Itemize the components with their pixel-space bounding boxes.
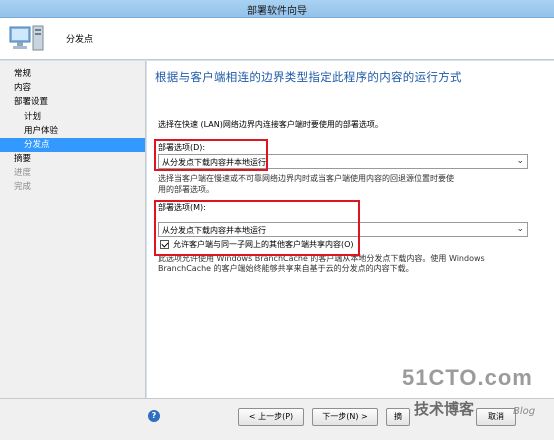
watermark-sub: 技术博客 [414, 400, 475, 418]
section-heading: 根据与客户端相连的边界类型指定此程序的内容的运行方式 [155, 70, 462, 84]
slow-network-help-text: 选择当客户端在慢速或不可靠网络边界内时或当客户端使用内容的回退源位置时要使用的部… [158, 174, 454, 194]
watermark-main: 51CTO.com [402, 365, 533, 390]
nav-item-completion: 完成 [14, 182, 32, 192]
highlight-box-option1 [154, 139, 268, 171]
nav-item-summary[interactable]: 摘要 [0, 152, 145, 166]
nav-item-general[interactable]: 常规 [0, 67, 145, 81]
help-icon[interactable]: ? [148, 410, 160, 422]
nav-item-scheduling[interactable]: 计划 [0, 110, 145, 124]
wizard-content: 根据与客户端相连的边界类型指定此程序的内容的运行方式 选择在快速 (LAN)网络… [147, 61, 554, 398]
window-title: 部署软件向导 [247, 6, 307, 17]
wizard-header: 分发点 [0, 18, 554, 60]
nav-item-user-experience[interactable]: 用户体验 [0, 124, 145, 138]
nav-item-distribution-points[interactable]: 分发点 [0, 138, 145, 152]
title-bar: 部署软件向导 [0, 0, 554, 18]
next-button[interactable]: 下一步(N) > [312, 408, 378, 426]
chevron-down-icon: ⌄ [516, 224, 524, 234]
lan-description: 选择在快速 (LAN)网络边界内连接客户端时要使用的部署选项。 [158, 120, 383, 129]
wizard-nav: 常规 内容 部署设置 计划 用户体验 分发点 摘要 进度 完成 [0, 61, 146, 398]
watermark: 51CTO.com 技术博客 Blog [398, 365, 554, 435]
nav-item-content[interactable]: 内容 [0, 81, 145, 95]
computer-icon [9, 25, 44, 51]
nav-item-deployment-settings[interactable]: 部署设置 [0, 95, 145, 109]
watermark-blog: Blog [513, 406, 536, 417]
page-title: 分发点 [66, 35, 94, 45]
highlight-box-option2 [154, 200, 360, 256]
nav-item-progress: 进度 [14, 168, 32, 178]
branchcache-note: 此选项允许使用 Windows BranchCache 的客户端从本地分发点下载… [158, 254, 485, 273]
chevron-down-icon: ⌄ [516, 156, 524, 166]
previous-button[interactable]: < 上一步(P) [238, 408, 304, 426]
